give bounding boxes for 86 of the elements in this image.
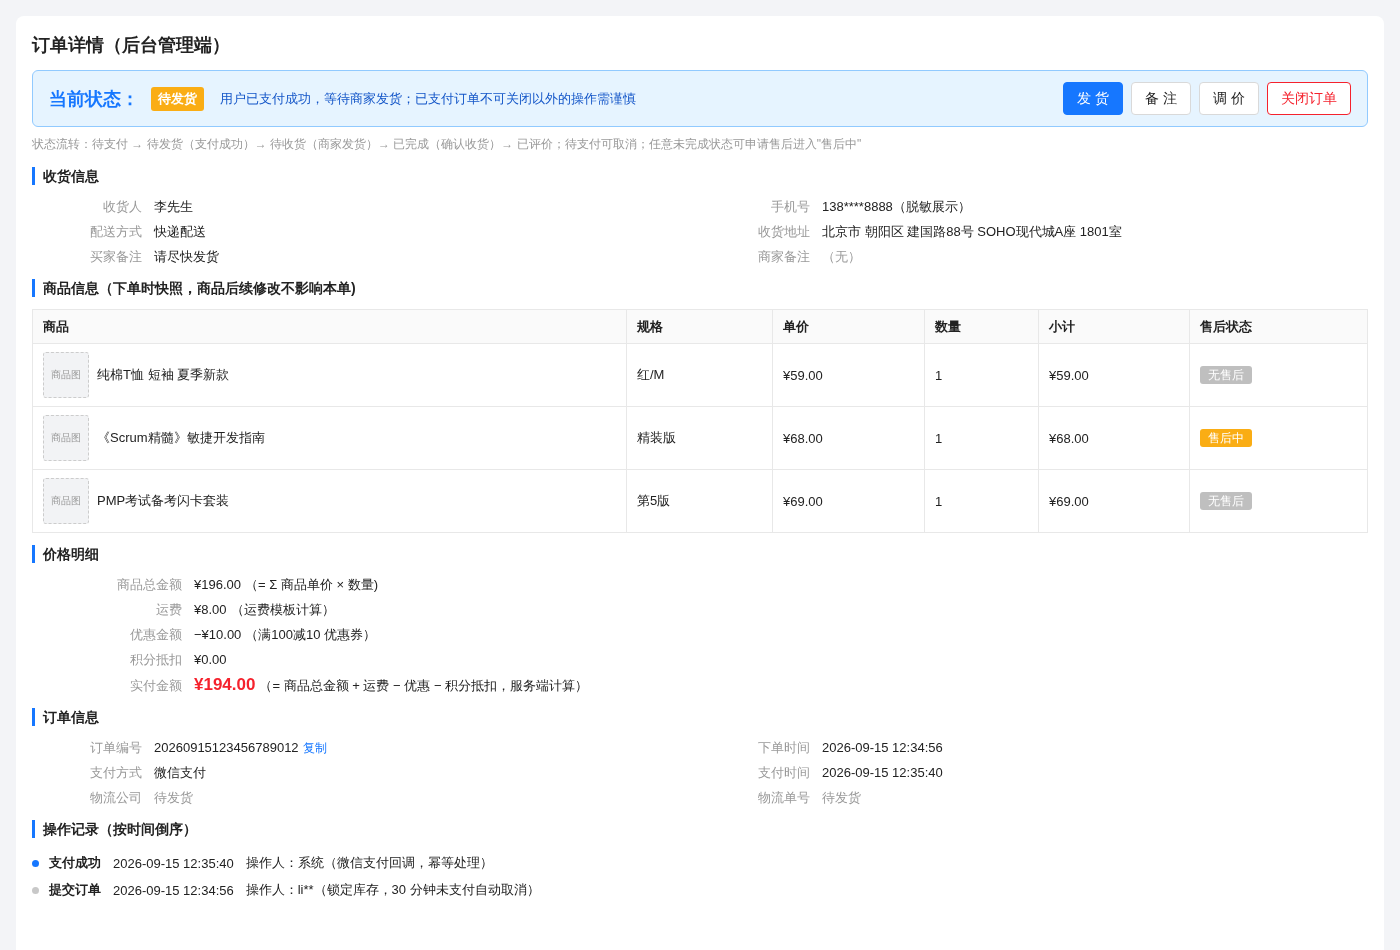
price-label: 积分抵扣: [129, 651, 182, 669]
log-time: 2026-09-15 12:34:56: [113, 882, 234, 898]
field-label: 支付方式: [89, 764, 142, 782]
field-value: 北京市 朝阳区 建国路88号 SOHO现代城A座 1801室: [822, 223, 1122, 241]
field-label: 收货人: [102, 198, 142, 216]
table-cell: ¥59.00: [1038, 343, 1190, 407]
field-value: 请尽快发货: [154, 248, 219, 266]
table-cell: ¥69.00: [772, 469, 925, 533]
status-message: 用户已支付成功，等待商家发货；已支付订单不可关闭以外的操作需谨慎: [220, 89, 637, 108]
log-detail: 操作人：li**（锁定库存，30 分钟未支付自动取消）: [245, 881, 540, 899]
field-label: 下单时间: [757, 739, 810, 757]
field-label: 买家备注: [89, 248, 142, 266]
log-time: 2026-09-15 12:35:40: [113, 855, 234, 871]
table-cell: ¥68.00: [772, 406, 925, 470]
action-button[interactable]: 关闭订单: [1267, 82, 1351, 115]
price-label: 优惠金额: [129, 626, 182, 644]
field-value: 快递配送: [154, 223, 206, 241]
product-name: 《Scrum精髓》敏捷开发指南: [97, 429, 265, 447]
after-sale-tag: 无售后: [1200, 491, 1252, 510]
field-value: 2026-09-15 12:35:40: [822, 764, 943, 782]
price-label: 实付金额: [129, 677, 182, 695]
table-cell: ¥68.00: [1038, 406, 1190, 470]
status-label: 当前状态：: [49, 87, 139, 111]
field-label: 支付时间: [757, 764, 810, 782]
price-label: 商品总金额: [116, 576, 182, 594]
log-detail: 操作人：系统（微信支付回调，幂等处理）: [245, 854, 493, 872]
status-flow-note: 状态流转：待支付 → 待发货（支付成功）→ 待收货（商家发货）→ 已完成（确认收货）→ 已评价；待支付可取消；任意未完成状态可申请售后进入"售后中": [32, 136, 863, 153]
copy-link[interactable]: 复制: [302, 738, 327, 758]
field-value: 微信支付: [154, 764, 206, 782]
price-note: （运费模板计算）: [230, 601, 335, 619]
section-heading: 操作记录（按时间倒序）: [32, 820, 1368, 838]
field-value: 138****8888（脱敏展示）: [822, 198, 971, 216]
field-label: 订单编号: [89, 739, 142, 757]
table-cell: 1: [924, 343, 1039, 407]
table-cell: 第5版: [626, 469, 773, 533]
table-cell: 1: [924, 469, 1039, 533]
action-button[interactable]: 调 价: [1199, 82, 1259, 115]
field-value: 待发货: [154, 789, 193, 807]
column-header: 商品: [32, 309, 627, 344]
total-amount: ¥194.00: [194, 675, 256, 695]
section-heading: 价格明细: [32, 545, 1368, 563]
field-value: 待发货: [822, 789, 861, 807]
after-sale-tag: 售后中: [1200, 428, 1252, 447]
table-cell: 精装版: [626, 406, 773, 470]
product-thumbnail: 商品图: [43, 415, 89, 461]
price-label: 运费: [155, 601, 182, 619]
price-amount: ¥8.00: [194, 601, 227, 619]
field-label: 配送方式: [89, 223, 142, 241]
table-cell: 红/M: [626, 343, 773, 407]
table-cell: 1: [924, 406, 1039, 470]
column-header: 单价: [772, 309, 925, 344]
price-amount: ¥196.00: [194, 576, 241, 594]
field-label: 物流单号: [757, 789, 810, 807]
field-value: （无）: [822, 248, 861, 266]
column-header: 售后状态: [1189, 309, 1368, 344]
section-heading: 收货信息: [32, 167, 1368, 185]
product-thumbnail: 商品图: [43, 352, 89, 398]
section-heading: 商品信息（下单时快照，商品后续修改不影响本单): [32, 279, 1368, 297]
column-header: 数量: [924, 309, 1039, 344]
action-button[interactable]: 备 注: [1131, 82, 1192, 115]
price-amount: ¥0.00: [194, 651, 227, 669]
field-value: 李先生: [154, 198, 193, 216]
after-sale-tag: 无售后: [1200, 365, 1252, 384]
log-action: 提交订单: [49, 881, 101, 899]
price-note: （满100减10 优惠券）: [245, 626, 377, 644]
field-value: 20260915123456789012: [154, 739, 299, 757]
price-note: （= Σ 商品单价 × 数量): [245, 576, 378, 594]
table-cell: ¥59.00: [772, 343, 925, 407]
field-label: 物流公司: [89, 789, 142, 807]
product-name: PMP考试备考闪卡套装: [97, 492, 230, 510]
field-label: 手机号: [770, 198, 810, 216]
field-label: 收货地址: [757, 223, 810, 241]
product-thumbnail: 商品图: [43, 478, 89, 524]
column-header: 小计: [1038, 309, 1190, 344]
price-amount: −¥10.00: [194, 626, 242, 644]
page-title: 订单详情（后台管理端）: [32, 34, 231, 57]
field-value: 2026-09-15 12:34:56: [822, 739, 943, 757]
log-action: 支付成功: [49, 854, 101, 872]
section-heading: 订单信息: [32, 708, 1368, 726]
field-label: 商家备注: [757, 248, 810, 266]
action-button[interactable]: 发 货: [1063, 82, 1124, 115]
product-name: 纯棉T恤 短袖 夏季新款: [97, 366, 230, 384]
table-cell: ¥69.00: [1038, 469, 1190, 533]
status-badge: 待发货: [151, 86, 204, 111]
price-note: （= 商品总金额 + 运费 − 优惠 − 积分抵扣，服务端计算）: [259, 677, 589, 695]
column-header: 规格: [626, 309, 773, 344]
